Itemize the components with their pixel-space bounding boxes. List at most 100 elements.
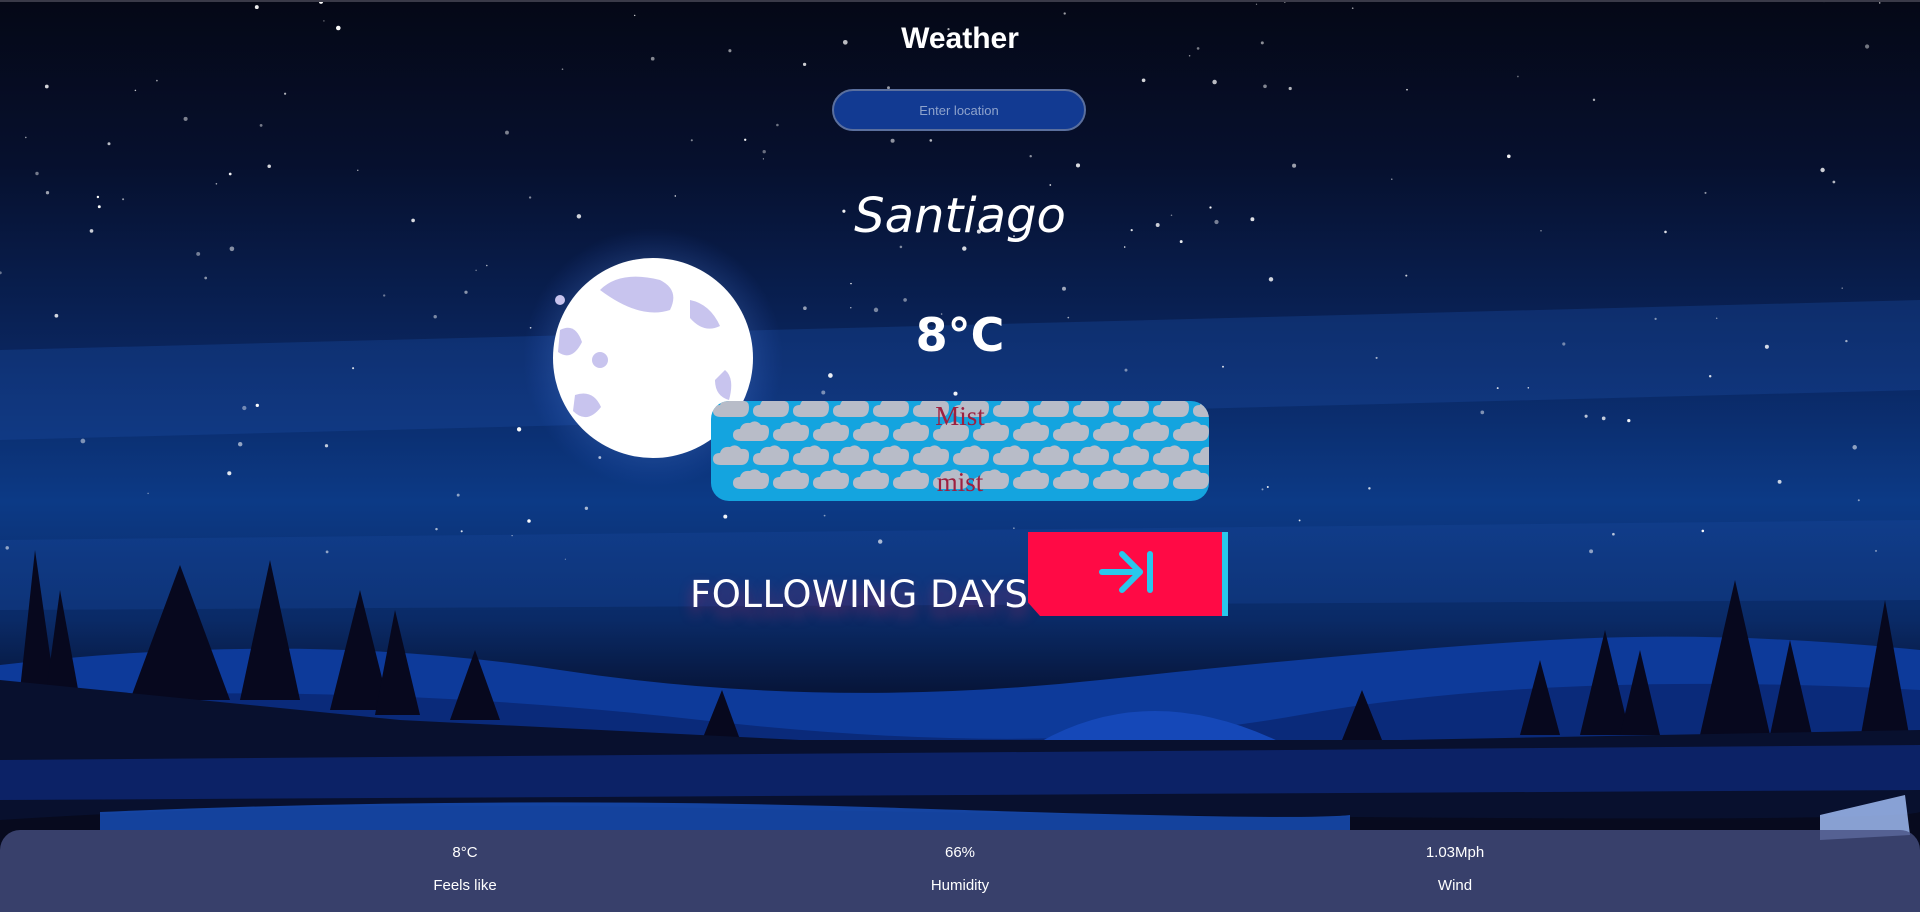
cloud-icon [953, 445, 989, 465]
cloud-icon [1113, 445, 1149, 465]
star [352, 367, 355, 370]
humidity-label: Humidity [930, 877, 990, 894]
star [1288, 86, 1292, 91]
star [1496, 387, 1499, 390]
app-title: Weather [901, 22, 1019, 55]
star [147, 492, 149, 495]
star [802, 62, 807, 67]
star [1351, 7, 1354, 10]
star [44, 84, 49, 89]
feels-like-value: 8°C [452, 844, 478, 861]
star [460, 530, 463, 533]
cloud-icon [1033, 445, 1069, 465]
star [464, 290, 468, 294]
weather-condition-card: Mist mist [711, 401, 1209, 501]
star [890, 138, 895, 143]
star [1049, 184, 1052, 186]
star [1584, 414, 1588, 418]
star [1517, 75, 1519, 78]
star [1029, 154, 1032, 158]
star [1874, 549, 1878, 552]
location-search-input[interactable] [832, 89, 1086, 131]
star [1857, 499, 1860, 502]
star [1708, 375, 1712, 378]
star [435, 527, 438, 531]
star [80, 438, 86, 444]
feels-like-label: Feels like [433, 877, 497, 894]
wind-label: Wind [1437, 877, 1473, 894]
star [1266, 485, 1269, 489]
star [762, 158, 765, 160]
cloud-icon [1193, 446, 1209, 465]
star [35, 171, 39, 176]
star [1124, 368, 1128, 372]
star [324, 444, 329, 448]
star [516, 427, 522, 432]
cloud-icon [1073, 445, 1109, 465]
star [821, 390, 826, 395]
stat-feels-like: 8°C Feels like [315, 844, 615, 894]
star [1832, 180, 1836, 184]
star [1268, 277, 1274, 282]
star [1263, 84, 1267, 89]
star [1255, 3, 1258, 5]
stat-humidity: 66% Humidity [810, 844, 1110, 894]
star [196, 251, 201, 256]
star [584, 506, 589, 510]
star [325, 550, 329, 554]
star [237, 441, 243, 447]
star [228, 172, 232, 176]
cloud-icon [713, 445, 749, 465]
star [690, 139, 693, 142]
star [850, 282, 852, 285]
star [723, 514, 728, 519]
star [134, 89, 137, 92]
star [1701, 529, 1705, 533]
star [255, 403, 259, 408]
following-days-button[interactable] [1028, 532, 1228, 616]
star [1261, 488, 1264, 491]
star [1612, 532, 1615, 536]
cloud-icon [833, 445, 869, 465]
window-top-border [0, 0, 1920, 2]
star [1075, 163, 1081, 168]
star [828, 373, 833, 378]
star [1222, 365, 1224, 368]
star [561, 68, 564, 71]
star [527, 519, 531, 523]
star [1841, 287, 1843, 289]
star [929, 139, 933, 142]
star [1601, 416, 1606, 421]
cloud-icon [913, 445, 949, 465]
star [878, 539, 883, 544]
star [284, 92, 287, 95]
star [1480, 410, 1485, 415]
star [1878, 2, 1881, 4]
cloud-icon [873, 445, 909, 465]
star [903, 298, 907, 302]
star [823, 514, 826, 517]
star [962, 246, 967, 251]
star [1406, 88, 1408, 91]
star [204, 276, 208, 280]
star [744, 138, 747, 141]
star [899, 245, 903, 249]
star [1627, 418, 1631, 423]
star [776, 123, 779, 127]
star [1777, 479, 1782, 484]
current-temperature: 8°C [915, 308, 1005, 362]
star [475, 269, 477, 272]
star [1141, 78, 1146, 83]
condition-description: mist [936, 467, 984, 497]
star [1391, 178, 1393, 180]
condition-main: Mist [935, 401, 985, 431]
star [383, 294, 386, 297]
star [1292, 163, 1297, 168]
star [1592, 98, 1596, 102]
star [633, 14, 636, 17]
humidity-value: 66% [944, 844, 976, 861]
star [267, 164, 271, 169]
star [183, 116, 188, 121]
star [107, 142, 111, 146]
star [254, 5, 259, 10]
